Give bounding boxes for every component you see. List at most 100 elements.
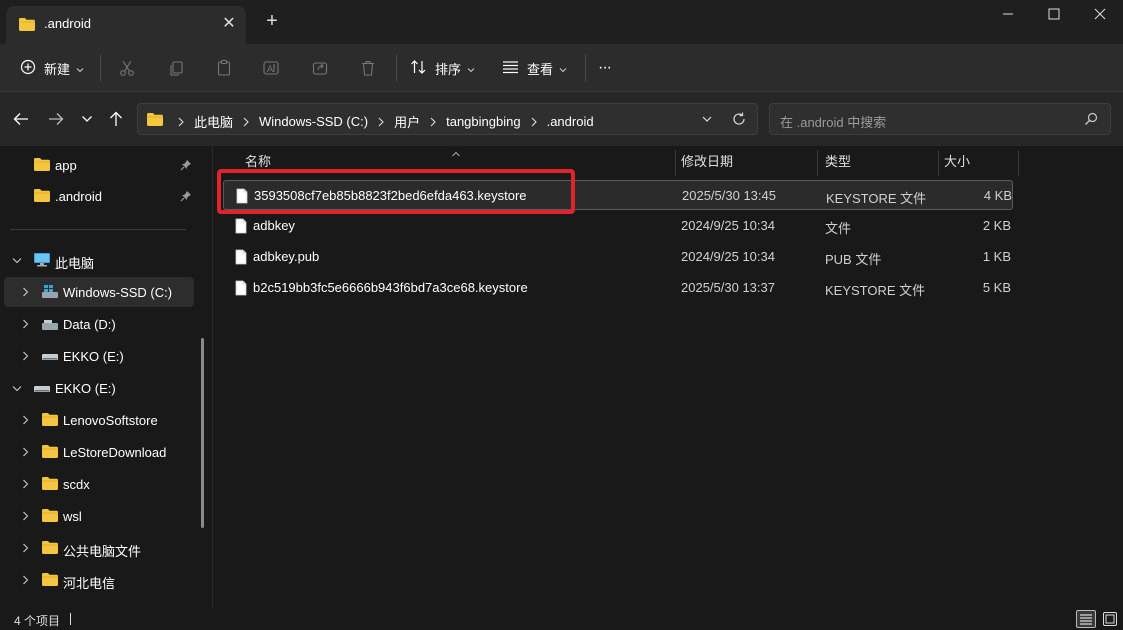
sort-label: 排序 <box>435 61 462 77</box>
sidebar-item-scdx[interactable]: scdx <box>0 469 194 499</box>
more-options-button[interactable]: ··· <box>598 52 612 84</box>
column-divider[interactable] <box>938 150 939 176</box>
toolbar-divider <box>396 54 397 82</box>
chevron-right-icon[interactable] <box>19 574 31 586</box>
close-tab-icon[interactable]: ✕ <box>218 13 240 35</box>
back-arrow-icon[interactable] <box>8 106 34 132</box>
sidebar-item-wsl[interactable]: wsl <box>0 501 194 531</box>
chevron-right-icon[interactable] <box>19 286 31 298</box>
rename-icon[interactable]: A <box>257 54 285 82</box>
search-input[interactable]: 在 .android 中搜索 <box>769 103 1111 135</box>
sidebar-item-label: app <box>55 158 77 173</box>
close-window-button[interactable] <box>1077 0 1123 30</box>
table-row[interactable]: adbkey 2024/9/25 10:34 文件 2 KB <box>223 211 1013 241</box>
table-row[interactable]: adbkey.pub 2024/9/25 10:34 PUB 文件 1 KB <box>223 242 1013 272</box>
folder-icon <box>41 444 59 460</box>
sort-ascending-icon <box>451 146 461 161</box>
column-divider[interactable] <box>675 150 676 176</box>
large-icons-view-icon[interactable] <box>1100 610 1120 628</box>
chevron-down-icon <box>559 61 567 76</box>
file-list: 名称 修改日期 类型 大小 3593508cf7eb85b8823f2bed6e… <box>213 146 1123 608</box>
breadcrumb-user[interactable]: tangbingbing <box>446 114 520 129</box>
chevron-right-icon[interactable] <box>19 414 31 426</box>
share-icon[interactable] <box>306 54 334 82</box>
breadcrumb-android[interactable]: .android <box>547 114 594 129</box>
pin-icon[interactable] <box>180 190 192 205</box>
sidebar-item-android[interactable]: .android <box>0 181 194 211</box>
table-row[interactable]: 3593508cf7eb85b8823f2bed6efda463.keystor… <box>223 180 1013 210</box>
table-row[interactable]: b2c519bb3fc5e6666b943f6bd7a3ce68.keystor… <box>223 273 1013 303</box>
breadcrumb-users[interactable]: 用户 <box>394 112 420 131</box>
sidebar-item-label: 河北电信 <box>63 576 116 591</box>
pin-icon[interactable] <box>180 159 192 174</box>
sidebar-item-ekko-e[interactable]: EKKO (E:) <box>0 341 194 371</box>
folder-icon <box>33 188 51 204</box>
cut-icon[interactable] <box>113 54 141 82</box>
sidebar-item-data-d[interactable]: Data (D:) <box>0 309 194 339</box>
sidebar-item-ekko-e-expanded[interactable]: EKKO (E:) <box>0 373 194 403</box>
forward-arrow-icon[interactable] <box>43 106 69 132</box>
folder-icon <box>18 17 36 35</box>
chevron-right-icon <box>531 117 537 127</box>
column-header-type[interactable]: 类型 <box>825 150 851 180</box>
windows-drive-icon <box>41 284 59 300</box>
navigation-pane: app .android 此电脑 Windows-SSD (C:) Data (… <box>0 146 212 608</box>
chevron-right-icon[interactable] <box>19 542 31 554</box>
address-bar[interactable]: 此电脑 Windows-SSD (C:) 用户 tangbingbing .an… <box>137 103 758 135</box>
file-size: 5 KB <box>982 280 1011 295</box>
column-divider[interactable] <box>817 150 818 176</box>
toolbar-divider <box>100 54 101 82</box>
details-view-icon[interactable] <box>1076 610 1096 628</box>
file-type: KEYSTORE 文件 <box>826 191 927 206</box>
file-name: adbkey.pub <box>253 249 320 264</box>
sidebar-item-label: wsl <box>63 509 82 524</box>
sidebar-item-label: LenovoSoftstore <box>63 413 158 428</box>
column-divider[interactable] <box>1018 150 1019 176</box>
column-header-name[interactable]: 名称 <box>245 150 271 180</box>
paste-icon[interactable] <box>210 54 238 82</box>
sidebar-scrollbar[interactable] <box>201 338 204 528</box>
new-button[interactable]: 新建 <box>20 52 84 84</box>
sidebar-item-public-pc-files[interactable]: 公共电脑文件 <box>0 533 194 563</box>
chevron-right-icon[interactable] <box>19 446 31 458</box>
minimize-button[interactable] <box>985 0 1031 30</box>
sidebar-item-lestoredownload[interactable]: LeStoreDownload <box>0 437 194 467</box>
sidebar-item-this-pc[interactable]: 此电脑 <box>0 245 194 275</box>
chevron-right-icon[interactable] <box>19 510 31 522</box>
chevron-down-icon[interactable] <box>11 382 23 394</box>
sidebar-item-hebei-telecom[interactable]: 河北电信 <box>0 565 194 595</box>
sidebar-item-windows-ssd[interactable]: Windows-SSD (C:) <box>4 277 194 307</box>
copy-icon[interactable] <box>162 54 190 82</box>
chevron-right-icon <box>243 117 249 127</box>
file-size: 1 KB <box>982 249 1011 264</box>
new-tab-button[interactable]: + <box>260 10 284 34</box>
file-size: 2 KB <box>982 218 1011 233</box>
chevron-right-icon[interactable] <box>19 350 31 362</box>
file-name: adbkey <box>253 218 295 233</box>
recent-locations-chevron-icon[interactable] <box>74 106 100 132</box>
sidebar-item-lenovosoftstore[interactable]: LenovoSoftstore <box>0 405 194 435</box>
tab-android[interactable]: .android ✕ <box>6 6 246 44</box>
address-history-chevron-icon[interactable] <box>701 113 713 128</box>
delete-icon[interactable] <box>354 54 382 82</box>
chevron-down-icon[interactable] <box>11 254 23 266</box>
file-icon <box>235 280 247 299</box>
file-icon <box>236 188 248 207</box>
column-header-size[interactable]: 大小 <box>944 150 970 180</box>
plus-circle-icon <box>20 59 36 78</box>
file-type: PUB 文件 <box>825 252 882 267</box>
breadcrumb-drive-c[interactable]: Windows-SSD (C:) <box>259 114 368 129</box>
refresh-icon[interactable] <box>731 111 747 130</box>
view-button[interactable]: 查看 <box>502 52 567 84</box>
breadcrumb-this-pc[interactable]: 此电脑 <box>194 112 233 131</box>
up-arrow-icon[interactable] <box>103 106 129 132</box>
chevron-right-icon[interactable] <box>19 318 31 330</box>
chevron-right-icon[interactable] <box>19 478 31 490</box>
column-header-modified[interactable]: 修改日期 <box>681 150 733 180</box>
sort-button[interactable]: 排序 <box>410 52 475 84</box>
search-icon[interactable] <box>1084 112 1098 129</box>
maximize-button[interactable] <box>1031 0 1077 30</box>
new-label: 新建 <box>44 61 71 77</box>
chevron-right-icon <box>178 117 184 127</box>
sidebar-item-app[interactable]: app <box>0 150 194 180</box>
